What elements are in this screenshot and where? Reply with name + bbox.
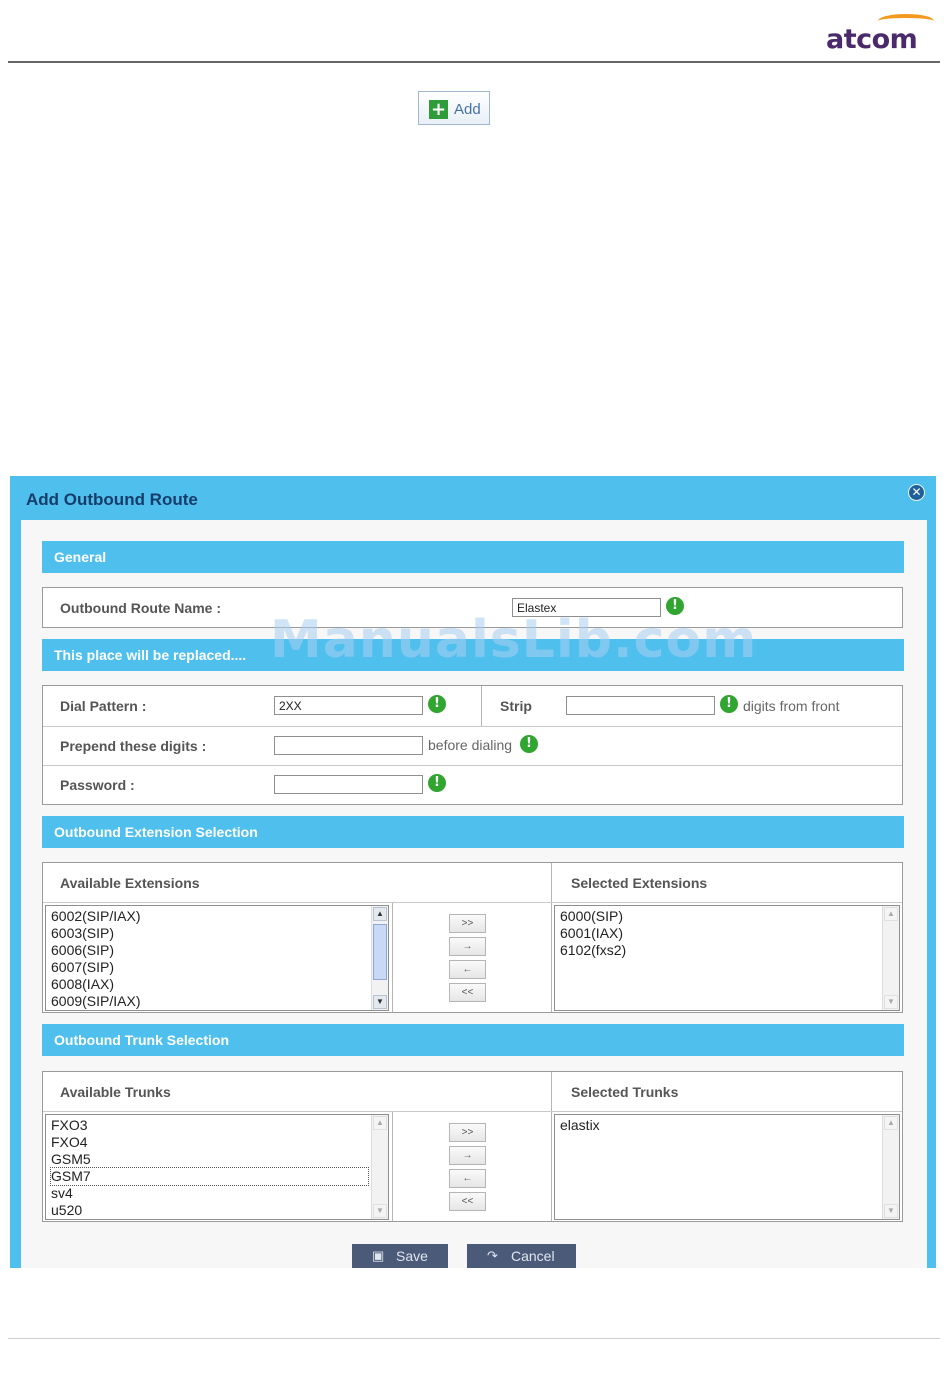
selected-trunks-header: Selected Trunks xyxy=(571,1084,679,1100)
save-button[interactable]: ▣ Save xyxy=(352,1244,448,1268)
info-icon: ! xyxy=(520,735,538,753)
column-divider xyxy=(392,903,393,1012)
prepend-suffix: before dialing xyxy=(428,737,513,753)
trunks-header-row: Available Trunks Selected Trunks xyxy=(43,1072,902,1112)
list-item[interactable]: 6000(SIP) xyxy=(560,908,899,925)
list-item[interactable]: 6102(fxs2) xyxy=(560,942,899,959)
column-divider xyxy=(551,1112,552,1221)
strip-suffix: digits from front xyxy=(743,698,840,714)
scroll-up-icon[interactable]: ▲ xyxy=(884,1116,898,1130)
scrollbar[interactable]: ▲ ▼ xyxy=(371,906,388,1010)
remove-all-button[interactable]: << xyxy=(449,1192,486,1211)
remove-button[interactable]: ← xyxy=(449,1169,486,1188)
scrollbar[interactable]: ▲ ▼ xyxy=(882,1115,899,1219)
scroll-up-icon[interactable]: ▲ xyxy=(373,907,387,921)
footer-divider xyxy=(8,1338,940,1339)
list-item[interactable]: 6008(IAX) xyxy=(51,976,388,993)
dialog-title: Add Outbound Route xyxy=(26,490,198,509)
selected-extensions-list[interactable]: 6000(SIP) 6001(IAX) 6102(fxs2) ▲ ▼ xyxy=(554,905,900,1011)
dial-pattern-label: Dial Pattern : xyxy=(60,698,147,714)
logo-text: atcom xyxy=(826,24,918,55)
save-icon: ▣ xyxy=(372,1248,385,1263)
extensions-panel: Available Extensions Selected Extensions… xyxy=(42,862,903,1013)
plus-icon: + xyxy=(429,99,448,120)
scroll-thumb[interactable] xyxy=(373,924,387,980)
close-icon[interactable]: ✕ xyxy=(908,484,925,501)
scrollbar[interactable]: ▲ ▼ xyxy=(371,1115,388,1219)
scrollbar[interactable]: ▲ ▼ xyxy=(882,906,899,1010)
prepend-input[interactable] xyxy=(274,736,423,755)
watermark: ManualsLib.com xyxy=(270,610,758,670)
list-item[interactable]: sv4 xyxy=(51,1185,388,1202)
scroll-up-icon[interactable]: ▲ xyxy=(884,907,898,921)
cancel-button[interactable]: ↷ Cancel xyxy=(467,1244,576,1268)
column-divider xyxy=(551,863,552,902)
add-button[interactable]: → xyxy=(449,937,486,956)
scroll-down-icon[interactable]: ▼ xyxy=(373,1204,387,1218)
scroll-down-icon[interactable]: ▼ xyxy=(373,995,387,1009)
available-extensions-list[interactable]: 6002(SIP/IAX) 6003(SIP) 6006(SIP) 6007(SIP)… xyxy=(45,905,389,1011)
list-item[interactable]: 6001(IAX) xyxy=(560,925,899,942)
password-input[interactable] xyxy=(274,775,423,794)
section-general: General xyxy=(42,541,904,573)
list-item[interactable]: 6002(SIP/IAX) xyxy=(51,908,388,925)
atcom-logo: atcom xyxy=(818,12,934,55)
prepend-label: Prepend these digits : xyxy=(60,738,207,754)
remove-button[interactable]: ← xyxy=(449,960,486,979)
list-item[interactable]: elastix xyxy=(560,1117,899,1134)
dial-pattern-input[interactable] xyxy=(274,696,423,715)
scroll-up-icon[interactable]: ▲ xyxy=(373,1116,387,1130)
section-trunks: Outbound Trunk Selection xyxy=(42,1024,904,1056)
info-icon: ! xyxy=(428,774,446,792)
add-button-label: Add xyxy=(454,101,481,118)
list-item[interactable]: FXO3 xyxy=(51,1117,388,1134)
list-item[interactable]: 6003(SIP) xyxy=(51,925,388,942)
add-route-button[interactable]: + Add xyxy=(418,91,490,125)
dial-pattern-row: Dial Pattern : ! Strip ! digits from fro… xyxy=(43,686,902,727)
column-divider xyxy=(551,903,552,1012)
list-item[interactable]: 6006(SIP) xyxy=(51,942,388,959)
scroll-down-icon[interactable]: ▼ xyxy=(884,1204,898,1218)
strip-input[interactable] xyxy=(566,696,715,715)
column-divider xyxy=(392,1112,393,1221)
trunks-panel: Available Trunks Selected Trunks FXO3 FXO… xyxy=(42,1071,903,1222)
info-icon: ! xyxy=(428,695,446,713)
list-item[interactable]: 6009(SIP/IAX) xyxy=(51,993,388,1010)
password-label: Password : xyxy=(60,777,135,793)
list-item[interactable]: FXO4 xyxy=(51,1134,388,1151)
add-all-button[interactable]: >> xyxy=(449,1123,486,1142)
list-item[interactable]: GSM7 xyxy=(50,1167,369,1186)
prepend-row: Prepend these digits : before dialing ! xyxy=(43,726,902,766)
extensions-header-row: Available Extensions Selected Extensions xyxy=(43,863,902,903)
add-button[interactable]: → xyxy=(449,1146,486,1165)
scroll-down-icon[interactable]: ▼ xyxy=(884,995,898,1009)
selected-trunks-list[interactable]: elastix ▲ ▼ xyxy=(554,1114,900,1220)
list-item[interactable]: GSM5 xyxy=(51,1151,388,1168)
header-divider xyxy=(8,61,940,63)
info-icon: ! xyxy=(720,695,738,713)
available-trunks-header: Available Trunks xyxy=(60,1084,171,1100)
route-name-label: Outbound Route Name : xyxy=(60,600,221,616)
selected-extensions-header: Selected Extensions xyxy=(571,875,708,891)
cancel-arrow-icon: ↷ xyxy=(487,1248,498,1263)
available-extensions-header: Available Extensions xyxy=(60,875,200,891)
remove-all-button[interactable]: << xyxy=(449,983,486,1002)
list-item[interactable]: 6007(SIP) xyxy=(51,959,388,976)
list-item[interactable]: u520 xyxy=(51,1202,388,1219)
dial-panel: Dial Pattern : ! Strip ! digits from fro… xyxy=(42,685,903,805)
section-extensions: Outbound Extension Selection xyxy=(42,816,904,848)
column-divider xyxy=(481,686,482,726)
column-divider xyxy=(551,1072,552,1111)
strip-label: Strip xyxy=(500,698,532,714)
password-row: Password : ! xyxy=(43,766,902,805)
add-outbound-route-dialog: Add Outbound Route ✕ General Outbound Ro… xyxy=(10,476,936,1268)
add-all-button[interactable]: >> xyxy=(449,914,486,933)
available-trunks-list[interactable]: FXO3 FXO4 GSM5 GSM7 sv4 u520 ▲ ▼ xyxy=(45,1114,389,1220)
